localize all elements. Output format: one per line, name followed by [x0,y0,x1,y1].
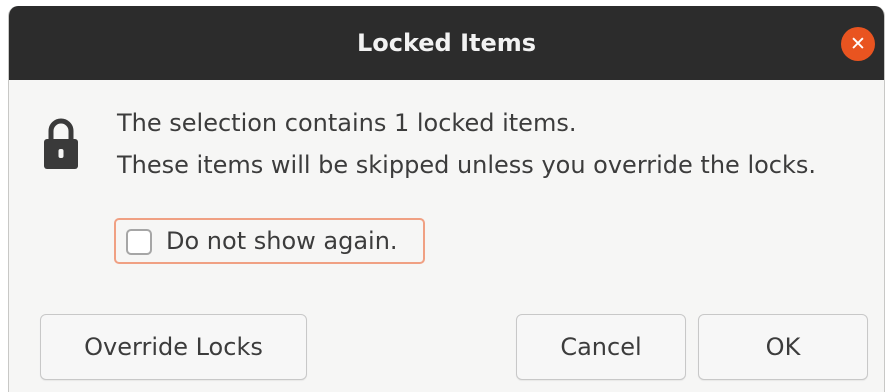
close-icon: ✕ [850,33,866,55]
dialog-window: Locked Items ✕ The selection contains 1 … [8,6,885,392]
dialog-title: Locked Items [356,29,537,57]
do-not-show-again-checkbox[interactable]: Do not show again. [114,218,425,264]
lock-icon [44,118,78,169]
message-line: These items will be skipped unless you o… [117,151,817,179]
cancel-button[interactable]: Cancel [516,314,686,380]
checkbox-box[interactable] [126,229,152,255]
title-bar[interactable]: Locked Items ✕ [9,6,884,80]
message-line: The selection contains 1 locked items. [117,109,577,137]
close-button[interactable]: ✕ [841,27,875,61]
checkbox-label: Do not show again. [166,227,398,255]
ok-button[interactable]: OK [698,314,868,380]
override-locks-button[interactable]: Override Locks [40,314,307,380]
message-text: The selection contains 1 locked items. T… [117,102,816,186]
